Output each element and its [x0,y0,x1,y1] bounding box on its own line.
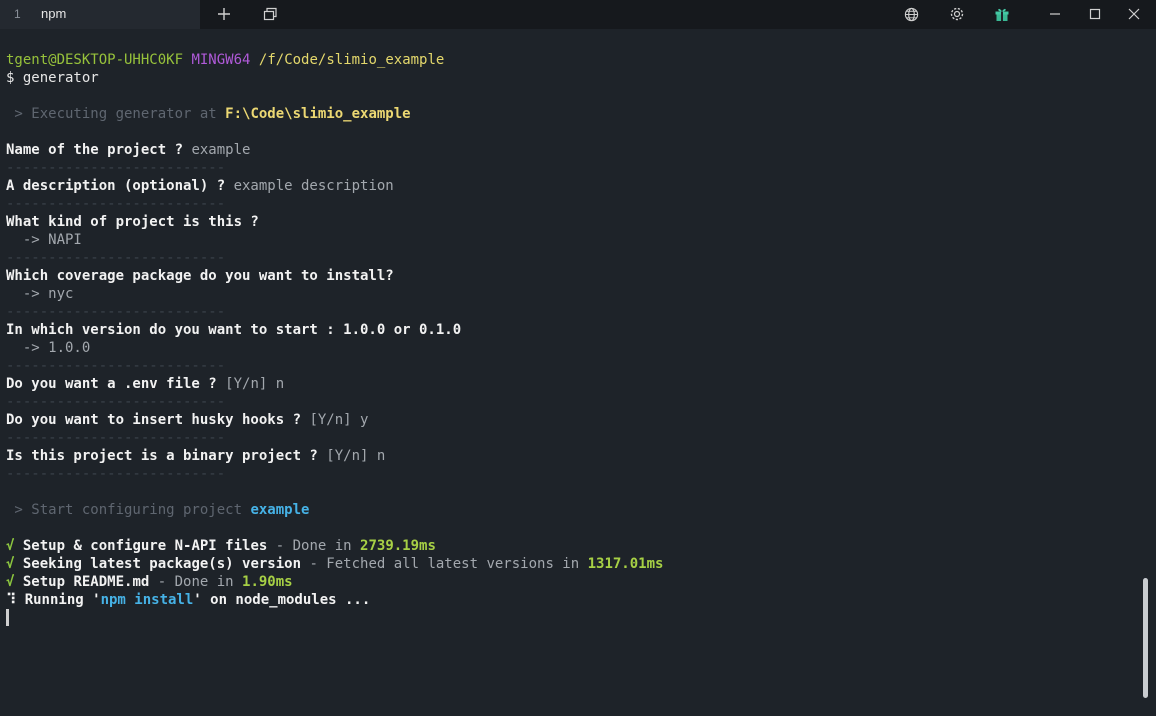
step-time: 1.90ms [242,574,293,590]
spinner-icon: ⠹ [6,592,17,608]
exec-path: F:\Code\slimio_example [225,106,411,122]
separator: -------------------------- [6,466,226,482]
prompt-path: /f/Code/slimio_example [258,52,445,68]
question-text: Name of the project ? [6,142,192,158]
project-name: example [250,502,310,518]
step-line: √ Setup & configure N-API files - Done i… [6,537,436,555]
step-detail: - Fetched all latest versions in [301,556,588,572]
question-line: Do you want a .env file ? [Y/n] n [6,375,284,393]
step-time: 1317.01ms [587,556,664,572]
running-post: ' on node_modules ... [193,592,371,608]
running-command: npm install [100,592,194,608]
answer-text: -> 1.0.0 [6,340,91,356]
answer-text: [Y/n] y [309,412,369,428]
prompt-user: tgent@DESKTOP-UHHC0KF [6,52,184,68]
question-line: Name of the project ? example [6,141,250,159]
question-text: In which version do you want to start : … [6,322,462,338]
tab-index: 1 [14,7,21,21]
exec-prefix: > Executing generator at [6,106,226,122]
separator: -------------------------- [6,394,226,410]
tab-bar: 1 npm [0,0,1156,29]
prompt-shell: MINGW64 [191,52,251,68]
tab-npm[interactable]: 1 npm [0,0,200,29]
separator: -------------------------- [6,250,226,266]
separator: -------------------------- [6,160,226,176]
step-detail: - Done in [149,574,243,590]
question-text: Which coverage package do you want to in… [6,268,394,284]
question-text: Is this project is a binary project ? [6,448,327,464]
step-detail: - Done in [267,538,361,554]
exec-line: > Executing generator at F:\Code\slimio_… [6,105,411,123]
question-line: Do you want to insert husky hooks ? [Y/n… [6,411,368,429]
running-line: ⠹ Running 'npm install' on node_modules … [6,591,370,609]
answer-text: example description [233,178,394,194]
step-line: √ Seeking latest package(s) version - Fe… [6,555,663,573]
running-pre: Running ' [16,592,101,608]
maximize-icon[interactable] [1083,4,1107,24]
question-text: A description (optional) ? [6,178,234,194]
separator: -------------------------- [6,430,226,446]
answer-text: example [191,142,251,158]
answer-text: [Y/n] n [326,448,386,464]
question-text: Do you want a .env file ? [6,376,226,392]
question-text: Do you want to insert husky hooks ? [6,412,310,428]
overlapping-windows-icon[interactable] [258,4,282,24]
step-line: √ Setup README.md - Done in 1.90ms [6,573,293,591]
scrollbar-thumb[interactable] [1143,578,1148,698]
separator: -------------------------- [6,304,226,320]
plus-icon[interactable] [212,4,236,24]
answer-text: [Y/n] n [225,376,285,392]
step-label: Setup & configure N-API files [14,538,268,554]
prompt-line: tgent@DESKTOP-UHHC0KF MINGW64 /f/Code/sl… [6,51,444,69]
close-icon[interactable] [1122,4,1146,24]
text-cursor [6,609,9,626]
minimize-icon[interactable] [1043,4,1067,24]
command-line: $ generator [6,70,99,86]
separator: -------------------------- [6,196,226,212]
step-label: Setup README.md [14,574,150,590]
question-text: What kind of project is this ? [6,214,259,230]
answer-text: -> nyc [6,286,74,302]
question-line: Is this project is a binary project ? [Y… [6,447,385,465]
step-label: Seeking latest package(s) version [14,556,302,572]
tab-title: npm [41,6,67,21]
answer-text: -> NAPI [6,232,82,248]
gear-icon[interactable] [945,4,969,24]
step-time: 2739.19ms [360,538,436,554]
globe-icon[interactable] [899,4,923,24]
separator: -------------------------- [6,358,226,374]
question-line: A description (optional) ? example descr… [6,177,394,195]
gift-icon[interactable] [990,4,1014,24]
configure-line: > Start configuring project example [6,501,309,519]
configure-prefix: > Start configuring project [6,502,251,518]
